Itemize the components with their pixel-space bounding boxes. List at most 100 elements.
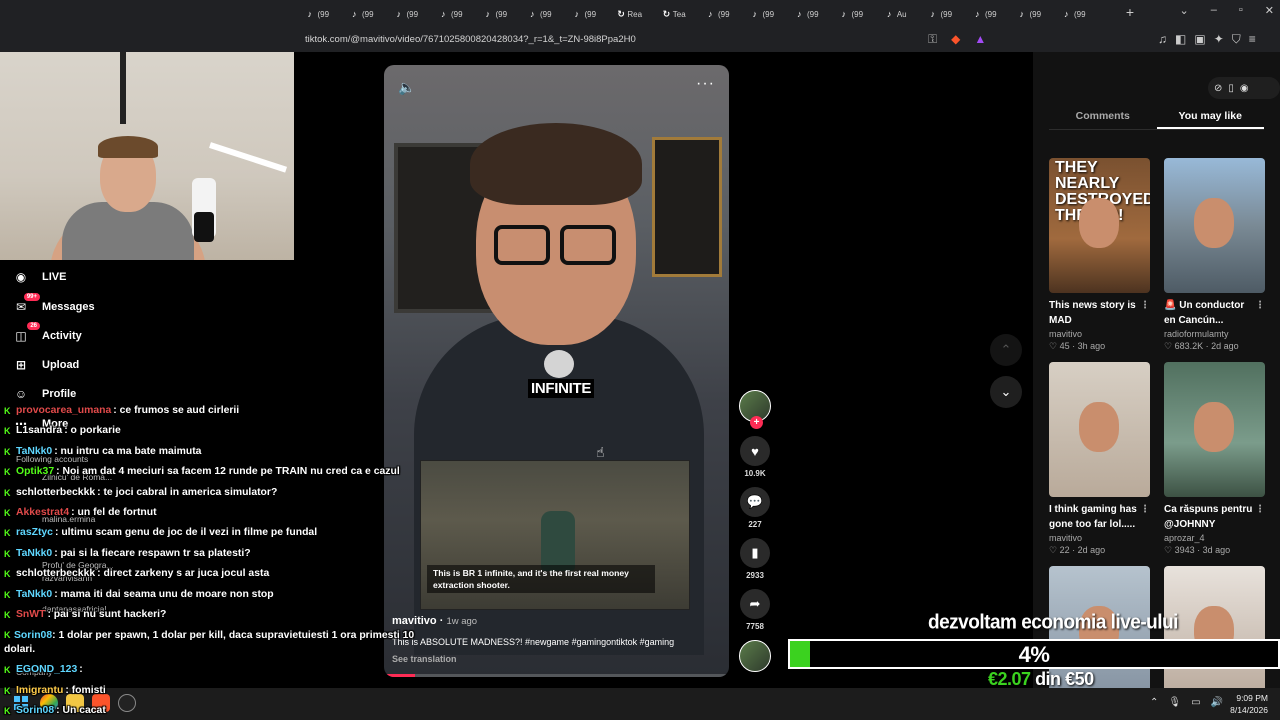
browser-tab[interactable]: ♪ (99 bbox=[385, 0, 430, 28]
browser-tab[interactable]: ↻ Tea bbox=[652, 0, 697, 28]
browser-tab[interactable]: ♪ (99 bbox=[786, 0, 831, 28]
video-card[interactable]: THEY NEARLY DESTROYED THESE?! This news s… bbox=[1049, 158, 1150, 352]
music-disc-icon[interactable] bbox=[739, 640, 771, 672]
chat-username[interactable]: provocarea_umana bbox=[16, 401, 111, 421]
media-icon[interactable]: ♫ bbox=[1158, 32, 1167, 47]
brave-shield-icon[interactable]: ◆ bbox=[951, 32, 960, 47]
sidebar-item-activity[interactable]: ◫ 26 Activity bbox=[10, 321, 210, 350]
chat-username[interactable]: Akkestrat4 bbox=[16, 503, 69, 523]
sidebar-item-messages[interactable]: ✉ 99+ Messages bbox=[10, 292, 210, 321]
more-vertical-icon[interactable]: ⋮ bbox=[1140, 502, 1150, 517]
video-card[interactable]: 🚨 Un conductor en Cancún... ⋮ radioformula… bbox=[1164, 158, 1265, 352]
browser-tab[interactable]: ♪ Au bbox=[875, 0, 920, 28]
menu-icon[interactable]: ≡ bbox=[1249, 32, 1256, 47]
video-card-author[interactable]: mavitivo bbox=[1049, 329, 1150, 339]
new-tab-button[interactable]: + bbox=[1122, 4, 1138, 22]
more-vertical-icon[interactable]: ⋮ bbox=[1140, 298, 1150, 313]
follow-button[interactable]: + bbox=[750, 416, 763, 429]
video-card[interactable]: I think gaming has gone too far lol.....… bbox=[1049, 362, 1150, 556]
microphone-icon[interactable]: 🎙 bbox=[1168, 697, 1181, 708]
sidebar-item-live[interactable]: ◉ LIVE bbox=[10, 263, 210, 292]
url-field[interactable]: tiktok.com/@mavitivo/video/7671025800820… bbox=[305, 34, 636, 45]
browser-tab[interactable]: ♪ (99 bbox=[741, 0, 786, 28]
volume-tray-icon[interactable]: 🔊 bbox=[1211, 697, 1223, 708]
video-player[interactable]: INFINITE 🔈 ··· This is BR 1 infinite, an… bbox=[384, 65, 729, 677]
leo-icon[interactable]: ✦ bbox=[1214, 32, 1224, 47]
chat-username[interactable]: EGOND_123 bbox=[16, 660, 77, 680]
chat-username[interactable]: Imigrantu bbox=[16, 681, 63, 701]
chat-username[interactable]: TaNkk0 bbox=[16, 442, 52, 462]
rewards-icon[interactable]: ▲ bbox=[974, 32, 986, 47]
browser-tab[interactable]: ♪ (99 bbox=[519, 0, 564, 28]
like-action[interactable]: ♥ 10.9K bbox=[738, 436, 772, 481]
chat-username[interactable]: Sorin08 bbox=[14, 630, 52, 641]
chat-username[interactable]: TaNkk0 bbox=[16, 544, 52, 564]
video-card-title[interactable]: Ca răspuns pentru @JOHNNY ⋮ bbox=[1164, 502, 1265, 532]
share-icon[interactable]: ➦ bbox=[740, 589, 770, 619]
chat-username[interactable]: schlotterbeckkk bbox=[16, 483, 95, 503]
chat-text: : pai si nu sunt hackeri? bbox=[47, 608, 167, 620]
more-options-icon[interactable]: ··· bbox=[696, 75, 715, 93]
video-card-title[interactable]: This news story is MAD ⋮ bbox=[1049, 298, 1150, 328]
video-card-author[interactable]: mavitivo bbox=[1049, 533, 1150, 543]
network-icon[interactable]: ▭ bbox=[1191, 697, 1200, 708]
bookmark-icon[interactable]: ▮ bbox=[740, 538, 770, 568]
maximize-button[interactable]: ▫ bbox=[1239, 4, 1243, 17]
share-action[interactable]: ➦ 7758 bbox=[738, 589, 772, 634]
browser-tab[interactable]: ♪ (99 bbox=[296, 0, 341, 28]
chat-username[interactable]: rasZtyc bbox=[16, 523, 53, 543]
browser-tab[interactable]: ♪ (99 bbox=[1053, 0, 1098, 28]
chat-username[interactable]: L1sandra bbox=[16, 421, 62, 441]
more-vertical-icon[interactable]: ⋮ bbox=[1255, 502, 1265, 517]
comment-icon[interactable]: 💬 bbox=[740, 487, 770, 517]
browser-tab[interactable]: ↻ Rea bbox=[608, 0, 653, 28]
browser-tab[interactable]: ♪ (99 bbox=[430, 0, 475, 28]
browser-tab[interactable]: ♪ (99 bbox=[563, 0, 608, 28]
browser-tab[interactable]: ♪ (99 bbox=[697, 0, 742, 28]
creator-avatar[interactable]: + bbox=[739, 390, 771, 429]
video-progress-bar[interactable] bbox=[384, 674, 729, 677]
video-thumbnail[interactable]: THEY NEARLY DESTROYED THESE?! bbox=[1049, 158, 1150, 293]
clock[interactable]: 9:09 PM 8/14/2026 bbox=[1230, 692, 1268, 716]
heart-icon[interactable]: ♥ bbox=[740, 436, 770, 466]
tab-comments[interactable]: Comments bbox=[1049, 104, 1157, 129]
more-vertical-icon[interactable]: ⋮ bbox=[1255, 298, 1265, 313]
compass-icon[interactable]: ⊘ bbox=[1214, 83, 1222, 94]
save-action[interactable]: ▮ 2933 bbox=[738, 538, 772, 583]
comment-action[interactable]: 💬 227 bbox=[738, 487, 772, 532]
volume-icon[interactable]: 🔈 bbox=[398, 79, 415, 96]
sidebar-icon[interactable]: ◧ bbox=[1175, 32, 1186, 47]
video-thumbnail[interactable] bbox=[1164, 158, 1265, 293]
browser-tab[interactable]: ♪ (99 bbox=[919, 0, 964, 28]
chevron-up-icon[interactable]: ⌃ bbox=[1150, 697, 1158, 708]
chat-username[interactable]: SnWT bbox=[16, 605, 45, 625]
key-icon[interactable]: ⚿ bbox=[928, 32, 937, 47]
device-icon[interactable]: ▯ bbox=[1228, 83, 1234, 94]
sidebar-item-upload[interactable]: ⊞ Upload bbox=[10, 350, 210, 379]
next-video-button[interactable]: ⌄ bbox=[990, 376, 1022, 408]
chat-username[interactable]: Sorin08 bbox=[16, 701, 54, 720]
video-card-title[interactable]: 🚨 Un conductor en Cancún... ⋮ bbox=[1164, 298, 1265, 328]
video-card-title[interactable]: I think gaming has gone too far lol.....… bbox=[1049, 502, 1150, 532]
chat-username[interactable]: TaNkk0 bbox=[16, 585, 52, 605]
user-avatar[interactable]: ◉ bbox=[1240, 83, 1249, 94]
wallet-icon[interactable]: ▣ bbox=[1194, 32, 1205, 47]
tab-you-may-like[interactable]: You may like bbox=[1156, 104, 1264, 129]
chat-username[interactable]: Optik37 bbox=[16, 462, 54, 482]
chat-username[interactable]: schlotterbeckkk bbox=[16, 564, 95, 584]
video-card[interactable]: Ca răspuns pentru @JOHNNY ⋮ aprozar_4 ♡ 394… bbox=[1164, 362, 1265, 556]
minimize-button[interactable]: – bbox=[1211, 4, 1217, 17]
video-thumbnail[interactable] bbox=[1164, 362, 1265, 497]
vpn-icon[interactable]: ⛉ bbox=[1232, 32, 1241, 47]
video-thumbnail[interactable] bbox=[1049, 362, 1150, 497]
browser-tab[interactable]: ♪ (99 bbox=[341, 0, 386, 28]
previous-video-button[interactable]: ⌃ bbox=[990, 334, 1022, 366]
video-card-author[interactable]: radioformulamty bbox=[1164, 329, 1265, 339]
video-card-author[interactable]: aprozar_4 bbox=[1164, 533, 1265, 543]
close-window-button[interactable]: ✕ bbox=[1265, 4, 1274, 17]
browser-tab[interactable]: ♪ (99 bbox=[964, 0, 1009, 28]
browser-tab[interactable]: ♪ (99 bbox=[1008, 0, 1053, 28]
tab-search-icon[interactable]: ⌄ bbox=[1180, 4, 1189, 17]
browser-tab[interactable]: ♪ (99 bbox=[830, 0, 875, 28]
browser-tab[interactable]: ♪ (99 bbox=[474, 0, 519, 28]
